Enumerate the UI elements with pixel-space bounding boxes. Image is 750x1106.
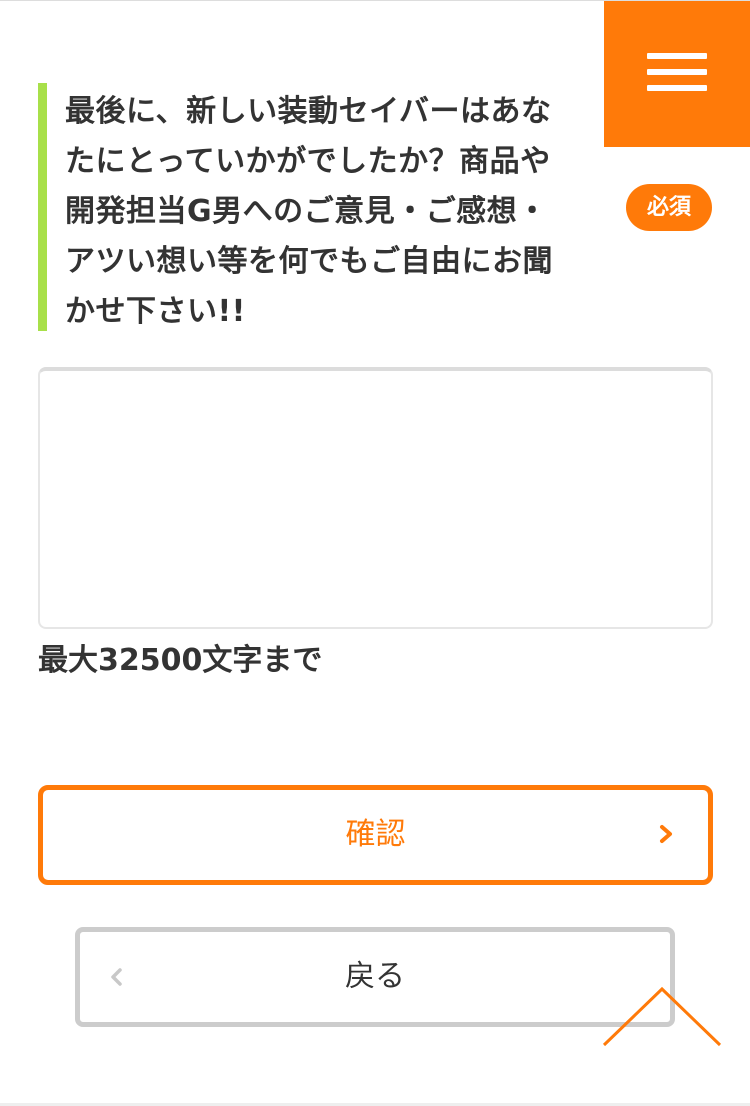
feedback-textarea[interactable] <box>38 367 713 629</box>
back-button-label: 戻る <box>345 959 405 994</box>
question-heading: 最後に、新しい装動セイバーはあな たにとっていかがでしたか？商品や 開発担当G男… <box>38 83 598 331</box>
question-line: たにとっていかがでしたか？商品や <box>65 144 551 179</box>
hamburger-menu-icon <box>647 85 707 91</box>
required-badge: 必須 <box>626 184 712 231</box>
chevron-up-icon[interactable] <box>600 981 724 1051</box>
confirm-button-label: 確認 <box>345 817 406 852</box>
confirm-button[interactable]: 確認 <box>38 785 713 885</box>
hamburger-menu-icon <box>647 69 707 75</box>
survey-page: 最後に、新しい装動セイバーはあな たにとっていかがでしたか？商品や 開発担当G男… <box>0 0 750 1106</box>
back-button[interactable]: 戻る <box>75 927 675 1027</box>
hamburger-menu-icon <box>647 53 707 59</box>
question-text: 最後に、新しい装動セイバーはあな たにとっていかがでしたか？商品や 開発担当G男… <box>65 87 605 337</box>
question-line: かせ下さい!! <box>65 294 246 329</box>
menu-button[interactable] <box>604 1 750 147</box>
question-line: 最後に、新しい装動セイバーはあな <box>65 94 552 129</box>
chevron-right-icon <box>660 825 672 843</box>
character-limit-note: 最大32500文字まで <box>38 643 323 678</box>
question-line: 開発担当G男へのご意見・ご感想・ <box>65 194 548 229</box>
question-line: アツい想い等を何でもご自由にお聞 <box>65 244 553 279</box>
